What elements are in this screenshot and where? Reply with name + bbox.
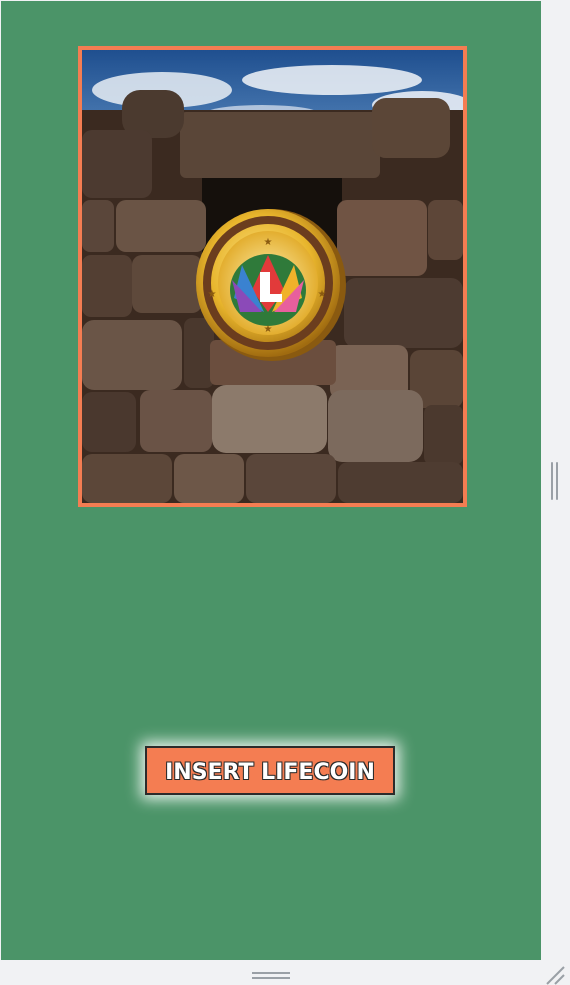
lifecoin-icon (230, 254, 306, 326)
grip-vertical-icon[interactable] (550, 462, 559, 502)
svg-text:★: ★ (208, 289, 217, 300)
coin-artwork: ★ ★ ★ ★ (82, 50, 463, 503)
svg-text:★: ★ (318, 289, 327, 300)
svg-text:★: ★ (264, 324, 273, 335)
game-stage: ★ ★ ★ ★ INSERT LIFECOIN (1, 1, 541, 960)
svg-text:★: ★ (264, 237, 273, 248)
resize-corner-icon[interactable] (544, 965, 566, 985)
insert-lifecoin-button[interactable]: INSERT LIFECOIN (145, 746, 395, 795)
coin-artwork-frame: ★ ★ ★ ★ (78, 46, 467, 507)
viewport: ★ ★ ★ ★ INSERT LIFECOIN (0, 0, 570, 985)
grip-horizontal-icon[interactable] (252, 971, 292, 981)
